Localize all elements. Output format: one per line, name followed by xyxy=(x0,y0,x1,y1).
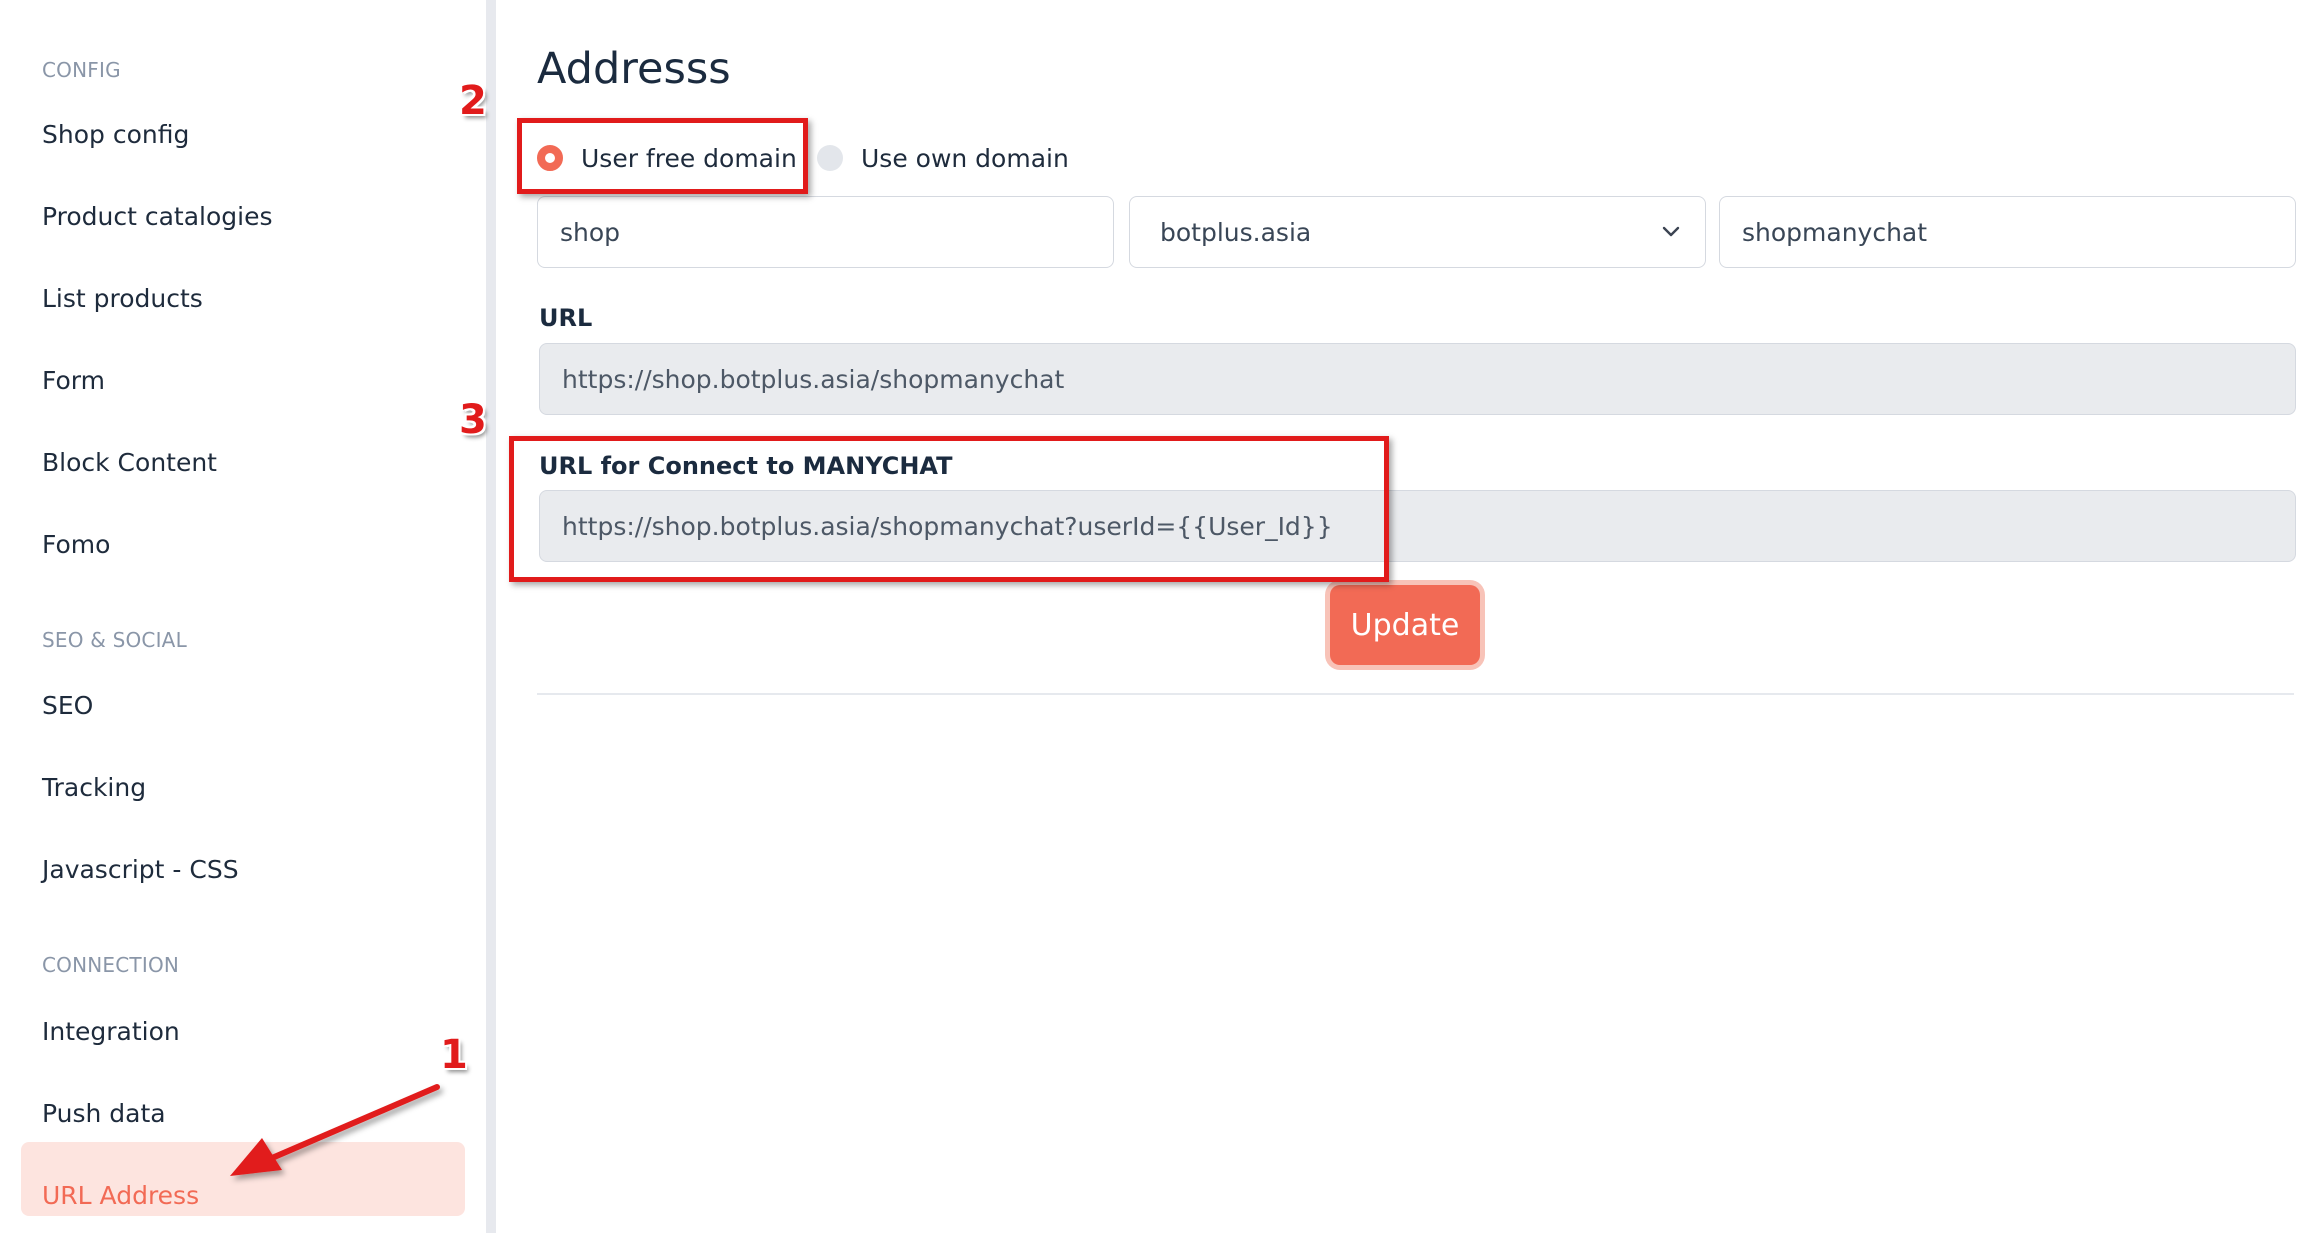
domain-select-value: botplus.asia xyxy=(1160,217,1312,247)
radio-own-domain[interactable]: Use own domain xyxy=(817,140,1069,176)
sidebar-item-block-content[interactable]: Block Content xyxy=(42,448,217,477)
section-label-config: CONFIG xyxy=(42,58,121,82)
sidebar-item-product-catalogies[interactable]: Product catalogies xyxy=(42,202,273,231)
sidebar-item-push-data[interactable]: Push data xyxy=(42,1099,166,1128)
annotation-number-3: 3 xyxy=(459,397,487,443)
url-field-value: https://shop.botplus.asia/shopmanychat xyxy=(562,364,1065,394)
sidebar-item-fomo[interactable]: Fomo xyxy=(42,530,110,559)
annotation-box-2 xyxy=(517,118,808,194)
page-title: Addresss xyxy=(537,44,731,94)
chevron-down-icon xyxy=(1662,226,1680,237)
annotation-number-2: 2 xyxy=(459,78,487,124)
sidebar-item-tracking[interactable]: Tracking xyxy=(42,773,146,802)
path-input[interactable]: shopmanychat xyxy=(1719,196,2296,268)
section-label-connection: CONNECTION xyxy=(42,953,180,977)
radio-unchecked-icon[interactable] xyxy=(817,145,843,171)
domain-select[interactable]: botplus.asia xyxy=(1129,196,1706,268)
sidebar-item-form[interactable]: Form xyxy=(42,366,105,395)
sidebar-item-javascript-css[interactable]: Javascript - CSS xyxy=(42,855,239,884)
subdomain-input[interactable]: shop xyxy=(537,196,1114,268)
radio-own-domain-label[interactable]: Use own domain xyxy=(861,144,1069,173)
sidebar-item-seo[interactable]: SEO xyxy=(42,691,93,720)
annotation-box-3 xyxy=(509,436,1389,582)
sidebar-item-url-address[interactable]: URL Address xyxy=(42,1181,199,1210)
annotation-number-1: 1 xyxy=(440,1032,468,1078)
sidebar: CONFIG Shop config Product catalogies Li… xyxy=(0,0,486,1233)
divider xyxy=(537,693,2294,695)
url-label: URL xyxy=(539,304,593,332)
sidebar-divider xyxy=(486,0,496,1233)
subdomain-input-value: shop xyxy=(560,217,621,247)
update-button[interactable]: Update xyxy=(1330,585,1480,665)
url-field[interactable]: https://shop.botplus.asia/shopmanychat xyxy=(539,343,2296,415)
sidebar-item-shop-config[interactable]: Shop config xyxy=(42,120,189,149)
section-label-seo-social: SEO & SOCIAL xyxy=(42,628,187,652)
path-input-value: shopmanychat xyxy=(1742,217,1928,247)
sidebar-item-list-products[interactable]: List products xyxy=(42,284,203,313)
sidebar-item-integration[interactable]: Integration xyxy=(42,1017,180,1046)
